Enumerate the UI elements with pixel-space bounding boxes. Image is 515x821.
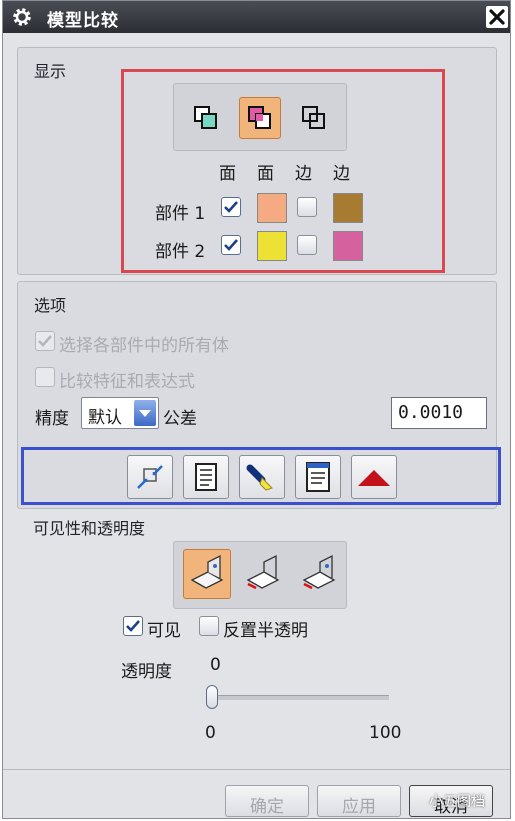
report-button[interactable]	[295, 455, 341, 499]
part-1-face-color-swatch[interactable]	[257, 193, 287, 223]
transparency-slider-thumb[interactable]	[206, 685, 218, 709]
apply-button-label: 应用	[342, 797, 376, 817]
precision-dropdown-button[interactable]	[134, 400, 156, 426]
apply-button[interactable]: 应用	[317, 785, 401, 817]
col-header-edge-1: 边	[295, 164, 312, 184]
block-transparent-icon	[302, 554, 336, 590]
ok-button[interactable]: 确定	[225, 785, 309, 817]
visibility-section-title: 可见性和透明度	[33, 519, 146, 538]
transparency-label: 透明度	[121, 662, 172, 682]
part-2-label: 部件 2	[155, 242, 206, 262]
compare-features-label: 比较特征和表达式	[59, 372, 195, 392]
visibility-mode-transparent-button[interactable]	[295, 549, 343, 599]
footer-divider	[3, 769, 510, 770]
swap-parts-button[interactable]	[127, 455, 173, 499]
document-list-button[interactable]	[183, 455, 229, 499]
visibility-mode-outline-button[interactable]	[239, 549, 287, 599]
visible-checkbox[interactable]	[123, 616, 143, 636]
document-list-icon	[195, 463, 217, 491]
part-2-edge-checkbox[interactable]	[297, 235, 317, 255]
part-1-face-checkbox[interactable]	[221, 197, 241, 217]
compare-features-checkbox[interactable]	[35, 367, 55, 387]
checkmark-icon	[224, 239, 238, 251]
slider-max-label: 100	[369, 723, 402, 743]
flashlight-icon	[246, 464, 273, 491]
highlight-button[interactable]	[239, 455, 285, 499]
invert-translucency-label: 反置半透明	[223, 621, 308, 641]
precision-label: 精度	[35, 409, 69, 429]
tolerance-input[interactable]: 0.0010	[391, 397, 487, 429]
options-section-title: 选项	[34, 296, 67, 315]
face-colored-mode-button[interactable]	[239, 97, 281, 139]
tolerance-input-value: 0.0010	[398, 402, 464, 423]
transparency-slider-track[interactable]	[209, 695, 389, 700]
part-1-edge-checkbox[interactable]	[297, 197, 317, 217]
gear-icon[interactable]	[11, 6, 33, 28]
face-overlay-icon	[194, 106, 217, 129]
ok-button-label: 确定	[250, 797, 284, 817]
edge-overlay-mode-button[interactable]	[293, 97, 335, 139]
face-overlay-mode-button[interactable]	[185, 97, 227, 139]
edge-overlay-icon	[302, 106, 325, 129]
block-outline-icon	[246, 554, 280, 590]
checkmark-icon	[38, 335, 52, 347]
watermark-text: 小五图档	[429, 794, 485, 810]
face-colored-icon	[248, 106, 271, 129]
tolerance-label: 公差	[163, 409, 197, 429]
precision-select[interactable]: 默认	[81, 397, 159, 429]
expand-button[interactable]	[351, 455, 397, 499]
part-2-face-checkbox[interactable]	[221, 235, 241, 255]
part-1-edge-color-swatch[interactable]	[333, 193, 363, 223]
display-section-title: 显示	[34, 62, 67, 81]
part-1-label: 部件 1	[155, 204, 206, 224]
dialog-title: 模型比较	[47, 11, 119, 31]
col-header-face-2: 面	[257, 164, 274, 184]
col-header-face-1: 面	[219, 164, 236, 184]
part-2-face-color-swatch[interactable]	[257, 231, 287, 261]
transparency-value: 0	[210, 655, 221, 675]
swap-arrows-icon	[137, 465, 163, 489]
col-header-edge-2: 边	[333, 164, 350, 184]
checkmark-icon	[126, 620, 140, 632]
select-all-bodies-checkbox[interactable]	[35, 331, 55, 351]
slider-min-label: 0	[205, 723, 216, 743]
model-compare-dialog: 模型比较 显示 面 面 边 边 部件 1 部件 2 选项 选择各部件中的所有体 …	[2, 0, 511, 819]
invert-translucency-checkbox[interactable]	[199, 616, 219, 636]
visible-label: 可见	[147, 621, 181, 641]
close-button[interactable]	[486, 6, 508, 28]
red-triangle-icon	[358, 470, 390, 486]
precision-select-value: 默认	[88, 408, 122, 428]
visibility-mode-solid-button[interactable]	[183, 549, 231, 599]
close-icon	[489, 9, 505, 25]
title-bar: 模型比较	[3, 1, 510, 33]
select-all-bodies-label: 选择各部件中的所有体	[59, 336, 229, 356]
checkmark-icon	[224, 201, 238, 213]
block-solid-icon	[190, 554, 224, 589]
part-2-edge-color-swatch[interactable]	[333, 231, 363, 261]
report-icon	[306, 462, 330, 492]
chevron-down-icon	[139, 410, 151, 417]
